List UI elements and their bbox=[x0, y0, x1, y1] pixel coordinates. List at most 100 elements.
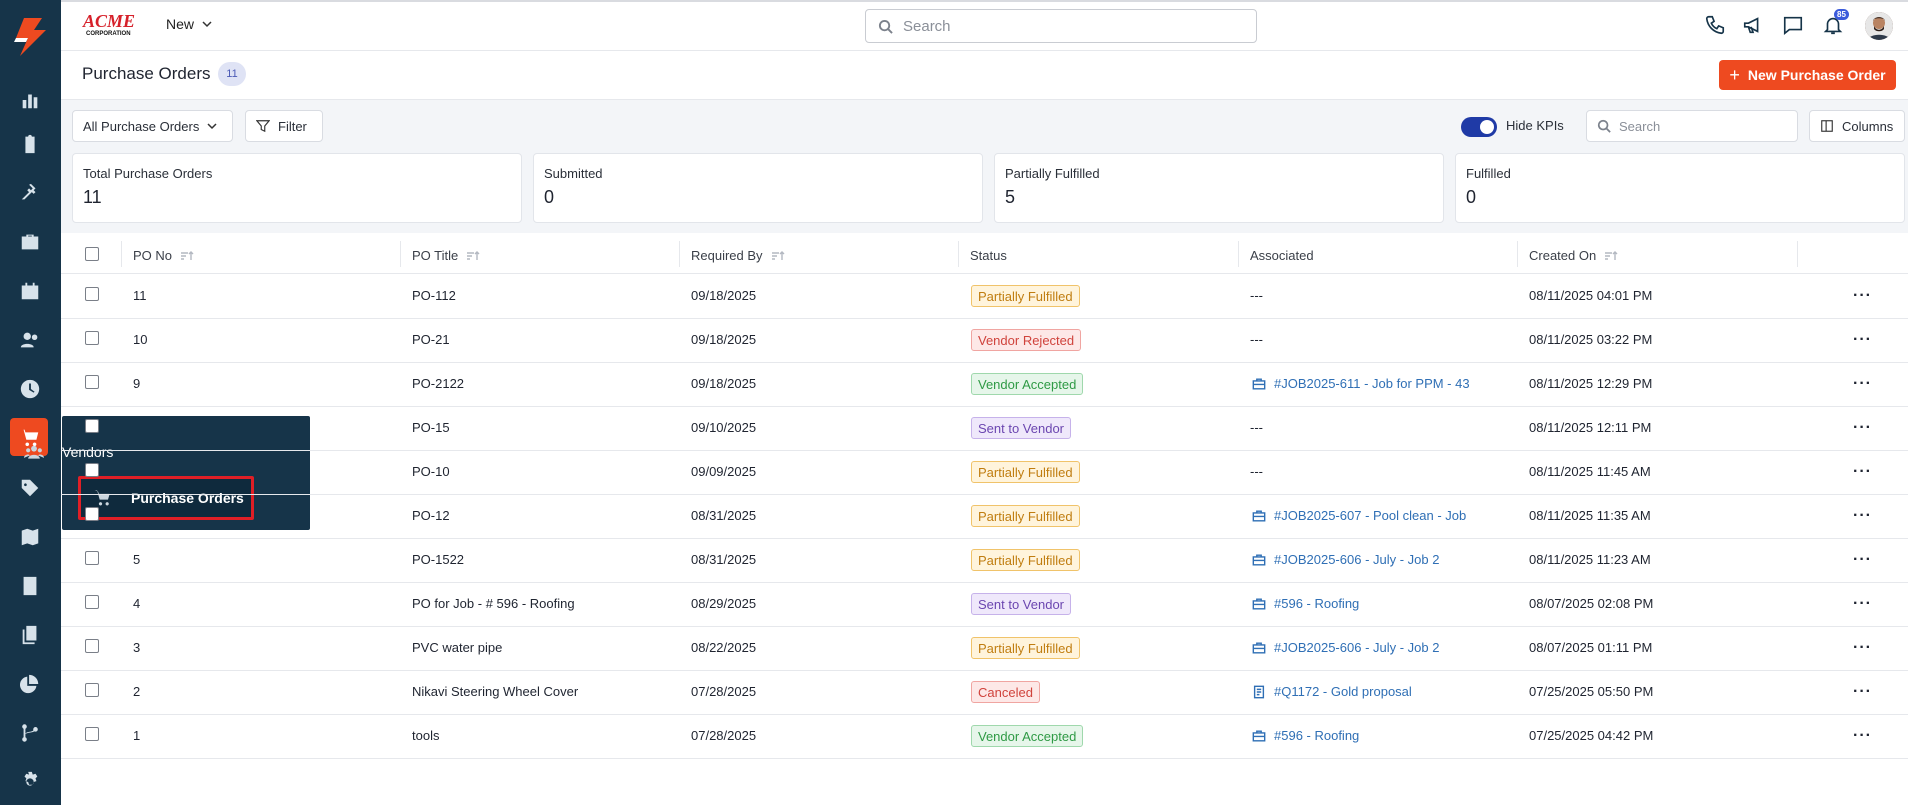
settings-icon[interactable] bbox=[18, 770, 42, 794]
megaphone-icon[interactable] bbox=[1742, 14, 1766, 38]
associated-link[interactable]: #596 - Roofing bbox=[1252, 728, 1474, 743]
table-row[interactable]: PO-10 09/09/2025 Partially Fulfilled --- 08/… bbox=[61, 451, 1908, 495]
column-divider bbox=[121, 241, 122, 267]
row-actions-menu-icon[interactable]: ··· bbox=[1853, 287, 1872, 305]
table-row[interactable]: 1 tools 07/28/2025 Vendor Accepted #596 - Ro… bbox=[61, 715, 1908, 759]
column-header-required-by[interactable]: Required By bbox=[691, 248, 785, 263]
documents-icon[interactable] bbox=[18, 623, 42, 647]
row-actions-menu-icon[interactable]: ··· bbox=[1853, 551, 1872, 569]
acme-logo[interactable]: ACME CORPORATION bbox=[82, 10, 144, 38]
table-row[interactable]: 10 PO-21 09/18/2025 Vendor Rejected --- 08/11… bbox=[61, 319, 1908, 363]
table-search-input[interactable]: Search bbox=[1586, 110, 1798, 142]
row-checkbox[interactable] bbox=[85, 639, 99, 653]
row-actions-menu-icon[interactable]: ··· bbox=[1853, 419, 1872, 437]
po-title-cell[interactable]: PO for Job - # 596 - Roofing bbox=[412, 596, 575, 611]
associated-link[interactable]: #596 - Roofing bbox=[1252, 596, 1474, 611]
associated-link[interactable]: #JOB2025-611 - Job for PPM - 43 bbox=[1252, 376, 1474, 391]
column-header-po-title[interactable]: PO Title bbox=[412, 248, 480, 263]
calendar-icon[interactable] bbox=[18, 279, 42, 303]
new-dropdown-button[interactable]: New bbox=[166, 16, 212, 32]
chat-icon[interactable] bbox=[1782, 14, 1806, 38]
associated-link[interactable]: #JOB2025-606 - July - Job 2 bbox=[1252, 552, 1474, 567]
filter-label: Filter bbox=[278, 118, 307, 134]
row-checkbox[interactable] bbox=[85, 595, 99, 609]
row-actions-menu-icon[interactable]: ··· bbox=[1853, 463, 1872, 481]
phone-icon[interactable] bbox=[1704, 14, 1728, 38]
kpi-value: 0 bbox=[1466, 187, 1477, 207]
associated-cell: --- bbox=[1250, 420, 1263, 435]
tag-icon[interactable] bbox=[18, 476, 42, 500]
associated-link-label: #JOB2025-606 - July - Job 2 bbox=[1274, 552, 1440, 567]
row-actions-menu-icon[interactable]: ··· bbox=[1853, 727, 1872, 745]
table-search-placeholder: Search bbox=[1619, 118, 1661, 134]
row-checkbox[interactable] bbox=[85, 463, 99, 477]
column-header-associated[interactable]: Associated bbox=[1250, 248, 1314, 263]
columns-button[interactable]: Columns bbox=[1809, 110, 1905, 142]
dashboard-icon[interactable] bbox=[18, 88, 42, 112]
po-title-cell[interactable]: tools bbox=[412, 728, 439, 743]
briefcase-icon[interactable] bbox=[18, 230, 42, 254]
po-title-cell[interactable]: PO-15 bbox=[412, 420, 450, 435]
app-logo-icon[interactable] bbox=[10, 16, 50, 58]
global-search-input[interactable]: Search bbox=[865, 9, 1257, 43]
table-row[interactable]: PO-15 09/10/2025 Sent to Vendor --- 08/11/20… bbox=[61, 407, 1908, 451]
associated-link[interactable]: #Q1172 - Gold proposal bbox=[1252, 684, 1474, 699]
row-actions-menu-icon[interactable]: ··· bbox=[1853, 595, 1872, 613]
row-checkbox[interactable] bbox=[85, 551, 99, 565]
table-row[interactable]: 2 Nikavi Steering Wheel Cover 07/28/2025 Ca… bbox=[61, 671, 1908, 715]
po-title-cell[interactable]: PO-10 bbox=[412, 464, 450, 479]
row-checkbox[interactable] bbox=[85, 507, 99, 521]
row-actions-menu-icon[interactable]: ··· bbox=[1853, 639, 1872, 657]
user-avatar[interactable] bbox=[1865, 12, 1893, 40]
hide-kpis-toggle[interactable] bbox=[1461, 117, 1497, 137]
column-header-created-on[interactable]: Created On bbox=[1529, 248, 1618, 263]
po-title-cell[interactable]: PVC water pipe bbox=[412, 640, 502, 655]
table-row[interactable]: PO-12 08/31/2025 Partially Fulfilled #JOB20… bbox=[61, 495, 1908, 539]
clock-icon[interactable] bbox=[18, 377, 42, 401]
po-title-cell[interactable]: Nikavi Steering Wheel Cover bbox=[412, 684, 578, 699]
created-on-cell: 07/25/2025 05:50 PM bbox=[1529, 684, 1654, 699]
table-row[interactable]: 3 PVC water pipe 08/22/2025 Partially Fulfi… bbox=[61, 627, 1908, 671]
table-row[interactable]: 4 PO for Job - # 596 - Roofing 08/29/2025 S… bbox=[61, 583, 1908, 627]
associated-cell: --- bbox=[1250, 332, 1263, 347]
row-actions-menu-icon[interactable]: ··· bbox=[1853, 375, 1872, 393]
po-title-cell[interactable]: PO-21 bbox=[412, 332, 450, 347]
po-number-cell: 1 bbox=[133, 728, 141, 743]
search-placeholder: Search bbox=[903, 17, 951, 35]
po-title-cell[interactable]: PO-112 bbox=[412, 288, 456, 303]
tools-icon[interactable] bbox=[18, 181, 42, 205]
customers-icon[interactable] bbox=[18, 328, 42, 352]
associated-link[interactable]: #JOB2025-607 - Pool clean - Job bbox=[1252, 508, 1474, 523]
table-row[interactable]: 5 PO-1522 08/31/2025 Partially Fulfilled #JO… bbox=[61, 539, 1908, 583]
users-icon bbox=[24, 445, 44, 459]
po-title-cell[interactable]: PO-2122 bbox=[412, 376, 464, 391]
row-actions-menu-icon[interactable]: ··· bbox=[1853, 683, 1872, 701]
row-checkbox[interactable] bbox=[85, 331, 99, 345]
row-actions-menu-icon[interactable]: ··· bbox=[1853, 331, 1872, 349]
row-checkbox[interactable] bbox=[85, 287, 99, 301]
select-all-checkbox[interactable] bbox=[85, 247, 99, 261]
po-title-cell[interactable]: PO-1522 bbox=[412, 552, 464, 567]
filter-button[interactable]: Filter bbox=[245, 110, 323, 142]
created-on-cell: 08/11/2025 12:29 PM bbox=[1529, 376, 1653, 391]
clipboard-icon[interactable] bbox=[18, 132, 42, 156]
row-actions-menu-icon[interactable]: ··· bbox=[1853, 507, 1872, 525]
row-checkbox[interactable] bbox=[85, 375, 99, 389]
reports-icon[interactable] bbox=[18, 672, 42, 696]
invoice-icon[interactable] bbox=[18, 574, 42, 598]
table-row[interactable]: 9 PO-2122 09/18/2025 Vendor Accepted #JOB202… bbox=[61, 363, 1908, 407]
table-row[interactable]: 11 PO-112 09/18/2025 Partially Fulfilled ---… bbox=[61, 275, 1908, 319]
column-header-status[interactable]: Status bbox=[970, 248, 1007, 263]
view-select[interactable]: All Purchase Orders bbox=[72, 110, 233, 142]
po-title-cell[interactable]: PO-12 bbox=[412, 508, 450, 523]
column-header-po-no[interactable]: PO No bbox=[133, 248, 194, 263]
new-purchase-order-button[interactable]: + New Purchase Order bbox=[1719, 60, 1896, 90]
workflow-icon[interactable] bbox=[18, 721, 42, 745]
kpi-label: Total Purchase Orders bbox=[83, 166, 213, 181]
sort-icon bbox=[771, 250, 785, 260]
associated-link[interactable]: #JOB2025-606 - July - Job 2 bbox=[1252, 640, 1474, 655]
row-checkbox[interactable] bbox=[85, 727, 99, 741]
row-checkbox[interactable] bbox=[85, 419, 99, 433]
map-icon[interactable] bbox=[18, 525, 42, 549]
row-checkbox[interactable] bbox=[85, 683, 99, 697]
